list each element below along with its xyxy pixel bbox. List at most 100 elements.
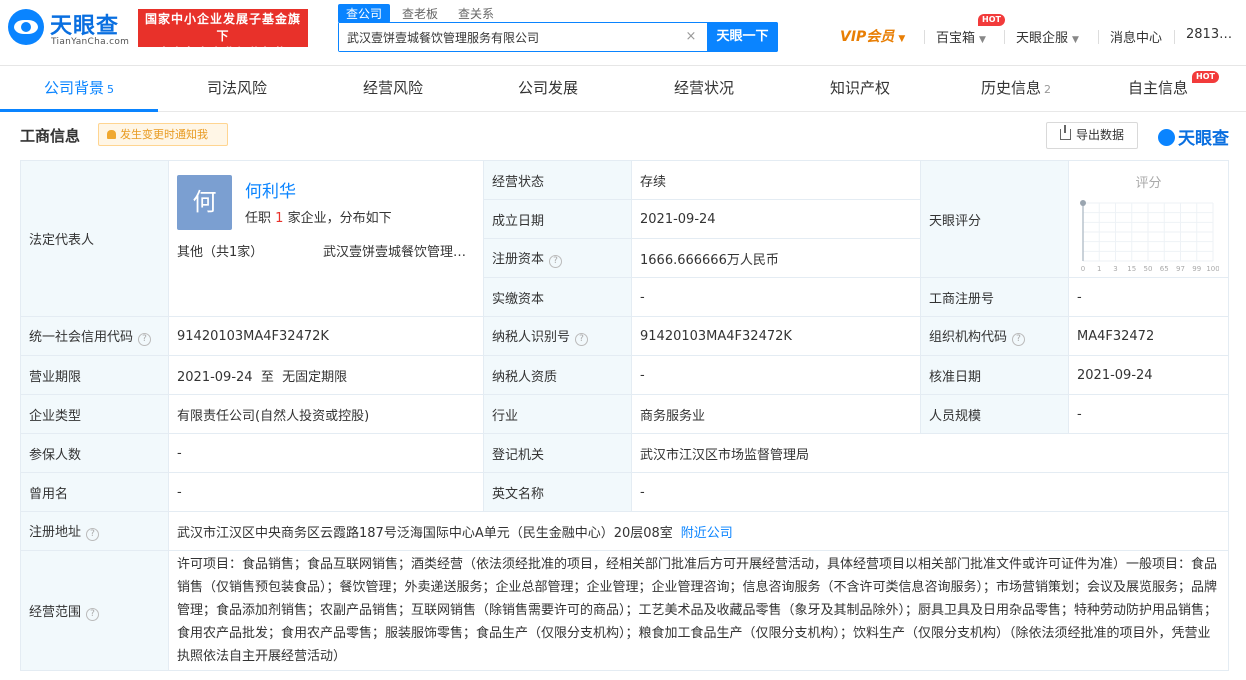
tab-count: 2 xyxy=(1044,83,1051,96)
taxpayer-qual-value: - xyxy=(631,355,921,395)
tick-label: 3 xyxy=(1113,265,1117,273)
tab-label: 司法风险 xyxy=(206,79,267,97)
tab-label: 经营状况 xyxy=(673,79,734,97)
search-tab-boss[interactable]: 查老板 xyxy=(394,4,446,23)
slogan-badge: 国家中小企业发展子基金旗下 官方备案企业征信机构 xyxy=(138,9,308,60)
tick-label: 50 xyxy=(1144,265,1153,273)
legal-rep-name-link[interactable]: 何利华 xyxy=(245,177,296,202)
message-center-link[interactable]: 消息中心 xyxy=(1110,27,1162,47)
tab-company-background[interactable]: 公司背景 5 xyxy=(0,66,158,112)
term-key: 营业期限 xyxy=(20,355,169,395)
help-icon[interactable]: ? xyxy=(1012,333,1026,346)
qifu-menu[interactable]: 天眼企服 ▼ xyxy=(1016,27,1079,47)
notify-change-button[interactable]: 发生变更时通知我 xyxy=(98,123,228,146)
approve-date-key: 核准日期 xyxy=(920,355,1069,395)
vip-menu[interactable]: VIP会员 ▼ xyxy=(840,26,905,46)
credit-code-label: 统一社会信用代码 xyxy=(29,330,134,345)
tab-label: 经营风险 xyxy=(362,79,423,97)
tab-count: 5 xyxy=(107,83,114,96)
org-code-value: MA4F32472 xyxy=(1068,316,1229,356)
status-value: 存续 xyxy=(631,160,921,200)
tick-label: 65 xyxy=(1160,265,1169,273)
tick-label: 15 xyxy=(1127,265,1136,273)
legal-rep-key: 法定代表人 xyxy=(20,160,169,317)
search-type-tabs: 查公司 查老板 查关系 xyxy=(338,4,506,23)
avatar[interactable]: 何 xyxy=(177,175,232,230)
address-key-label: 注册地址 xyxy=(29,525,82,540)
summary-prefix: 任职 xyxy=(245,211,272,226)
export-label: 导出数据 xyxy=(1075,128,1124,142)
tab-label: 公司发展 xyxy=(517,79,578,97)
nav-divider xyxy=(1174,30,1175,44)
company-tab-bar: 公司背景 5 司法风险 经营风险 公司发展 经营状况 知识产权 历史信息 2 自主信… xyxy=(0,66,1246,112)
baobao-label: 百宝箱 xyxy=(936,31,976,46)
search-tab-relation[interactable]: 查关系 xyxy=(450,4,502,23)
scope-key-label: 经营范围 xyxy=(29,604,82,620)
reg-no-key: 工商注册号 xyxy=(920,277,1069,317)
section-title: 工商信息 xyxy=(20,127,81,145)
tick-label: 99 xyxy=(1192,265,1201,273)
approve-date-value: 2021-09-24 xyxy=(1068,355,1229,395)
tab-judicial-risk[interactable]: 司法风险 xyxy=(158,66,316,112)
search-button[interactable]: 天眼一下 xyxy=(707,22,778,52)
help-icon[interactable]: ? xyxy=(549,255,563,268)
slogan-line-1: 国家中小企业发展子基金旗下 xyxy=(144,12,301,43)
tick-label: 0 xyxy=(1081,265,1085,273)
address-value: 武汉市江汉区中央商务区云霞路187号泛海国际中心A单元（民生金融中心）20层08… xyxy=(168,511,1229,551)
help-icon[interactable]: ? xyxy=(86,528,100,541)
help-icon[interactable]: ? xyxy=(575,333,589,346)
hot-badge: HOT xyxy=(1192,71,1219,83)
staff-size-value: - xyxy=(1068,394,1229,434)
taxpayer-id-key: 纳税人识别号? xyxy=(483,316,632,356)
chevron-down-icon: ▼ xyxy=(898,34,906,44)
export-data-button[interactable]: 导出数据 xyxy=(1046,122,1138,149)
slogan-line-2: 官方备案企业征信机构 xyxy=(157,46,288,60)
search-tab-company[interactable]: 查公司 xyxy=(338,4,391,23)
legal-rep-company-link[interactable]: 武汉壹饼壹城餐饮管理服务有限公司 xyxy=(323,241,467,260)
table-row: 营业期限 2021-09-24 至 无固定期限 纳税人资质 - 核准日期 202… xyxy=(20,355,1229,395)
table-row: 参保人数 - 登记机关 武汉市江汉区市场监督管理局 xyxy=(20,433,1229,473)
clear-icon[interactable]: × xyxy=(683,29,699,45)
user-menu[interactable]: 2813… xyxy=(1186,27,1232,47)
address-text: 武汉市江汉区中央商务区云霞路187号泛海国际中心A单元（民生金融中心）20层08… xyxy=(177,525,673,541)
tab-operating-risk[interactable]: 经营风险 xyxy=(316,66,470,112)
company-type-value: 有限责任公司(自然人投资或控股) xyxy=(168,394,484,434)
baobao-menu[interactable]: 百宝箱 ▼ xyxy=(936,27,986,47)
tick-label: 100 xyxy=(1206,265,1219,273)
eye-logo-icon xyxy=(8,9,44,45)
tab-operating-status[interactable]: 经营状况 xyxy=(626,66,782,112)
nearby-companies-link[interactable]: 附近公司 xyxy=(681,526,733,541)
capital-key-label: 注册资本 xyxy=(492,252,545,267)
top-header: 天眼查 TianYanCha.com 国家中小企业发展子基金旗下 官方备案企业征… xyxy=(0,0,1246,66)
paid-capital-key: 实缴资本 xyxy=(483,277,632,317)
logo-domain: TianYanCha.com xyxy=(51,37,130,47)
former-name-value: - xyxy=(168,472,484,512)
company-type-key: 企业类型 xyxy=(20,394,169,434)
nav-divider xyxy=(1004,30,1005,44)
industry-key: 行业 xyxy=(483,394,632,434)
watermark-text: 天眼查 xyxy=(1178,129,1229,149)
tab-company-development[interactable]: 公司发展 xyxy=(470,66,626,112)
logo[interactable]: 天眼查 TianYanCha.com xyxy=(8,8,130,50)
tick-label: 97 xyxy=(1176,265,1185,273)
search-box: × 天眼一下 xyxy=(338,22,778,52)
found-date-key: 成立日期 xyxy=(483,199,632,239)
chevron-down-icon: ▼ xyxy=(1072,35,1079,45)
tab-label: 公司背景 xyxy=(43,79,104,97)
tab-history-info[interactable]: 历史信息 2 xyxy=(938,66,1094,112)
company-count: 1 xyxy=(275,211,284,226)
table-row: 曾用名 - 英文名称 - xyxy=(20,472,1229,512)
help-icon[interactable]: ? xyxy=(138,333,152,346)
help-icon[interactable]: ? xyxy=(86,607,100,621)
tab-intellectual-property[interactable]: 知识产权 xyxy=(782,66,938,112)
taxpayer-qual-key: 纳税人资质 xyxy=(483,355,632,395)
search-input[interactable] xyxy=(339,23,705,51)
org-code-label: 组织机构代码 xyxy=(929,330,1008,345)
table-row: 企业类型 有限责任公司(自然人投资或控股) 行业 商务服务业 人员规模 - xyxy=(20,394,1229,434)
score-chart: 0 1 3 15 50 65 97 99 100 xyxy=(1080,200,1219,273)
found-date-value: 2021-09-24 xyxy=(631,199,921,239)
credit-code-value: 91420103MA4F32472K xyxy=(168,316,484,356)
hot-badge: HOT xyxy=(978,14,1005,26)
eye-logo-icon xyxy=(1158,129,1175,146)
legal-rep-summary: 任职 1 家企业，分布如下 xyxy=(245,207,392,226)
